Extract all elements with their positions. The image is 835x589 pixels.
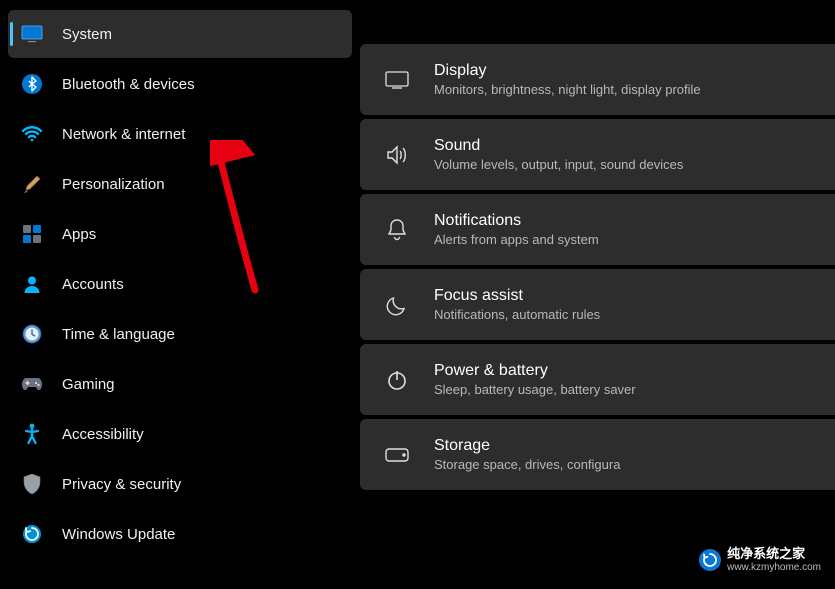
card-notifications[interactable]: Notifications Alerts from apps and syste… bbox=[360, 194, 835, 265]
card-title: Focus assist bbox=[434, 287, 600, 305]
monitor-icon bbox=[20, 22, 44, 46]
card-desc: Storage space, drives, configura bbox=[434, 457, 620, 472]
card-desc: Sleep, battery usage, battery saver bbox=[434, 382, 636, 397]
watermark-title: 纯净系统之家 bbox=[727, 547, 821, 562]
card-desc: Monitors, brightness, night light, displ… bbox=[434, 82, 701, 97]
card-storage[interactable]: Storage Storage space, drives, configura bbox=[360, 419, 835, 490]
storage-icon bbox=[384, 442, 410, 468]
card-title: Notifications bbox=[434, 212, 599, 230]
gamepad-icon bbox=[20, 372, 44, 396]
card-power[interactable]: Power & battery Sleep, battery usage, ba… bbox=[360, 344, 835, 415]
card-text: Sound Volume levels, output, input, soun… bbox=[434, 137, 683, 172]
sidebar-item-label: System bbox=[62, 26, 112, 43]
moon-icon bbox=[384, 292, 410, 318]
watermark-url: www.kzmyhome.com bbox=[727, 562, 821, 574]
shield-icon bbox=[20, 472, 44, 496]
sound-icon bbox=[384, 142, 410, 168]
clock-icon bbox=[20, 322, 44, 346]
card-title: Sound bbox=[434, 137, 683, 155]
sidebar-item-network[interactable]: Network & internet bbox=[8, 110, 352, 158]
card-sound[interactable]: Sound Volume levels, output, input, soun… bbox=[360, 119, 835, 190]
display-icon bbox=[384, 67, 410, 93]
sidebar-item-accessibility[interactable]: Accessibility bbox=[8, 410, 352, 458]
sidebar-item-label: Accounts bbox=[62, 276, 124, 293]
sidebar-item-label: Privacy & security bbox=[62, 476, 181, 493]
sidebar-item-label: Apps bbox=[62, 226, 96, 243]
bell-icon bbox=[384, 217, 410, 243]
card-display[interactable]: Display Monitors, brightness, night ligh… bbox=[360, 44, 835, 115]
sidebar-item-time[interactable]: Time & language bbox=[8, 310, 352, 358]
sidebar-item-label: Windows Update bbox=[62, 526, 175, 543]
sidebar-item-label: Gaming bbox=[62, 376, 115, 393]
sidebar: System Bluetooth & devices Network & int… bbox=[0, 0, 360, 589]
sidebar-item-apps[interactable]: Apps bbox=[8, 210, 352, 258]
card-text: Notifications Alerts from apps and syste… bbox=[434, 212, 599, 247]
brush-icon bbox=[20, 172, 44, 196]
card-title: Display bbox=[434, 62, 701, 80]
sidebar-item-accounts[interactable]: Accounts bbox=[8, 260, 352, 308]
sidebar-item-bluetooth[interactable]: Bluetooth & devices bbox=[8, 60, 352, 108]
main-content: Display Monitors, brightness, night ligh… bbox=[360, 0, 835, 589]
card-title: Power & battery bbox=[434, 362, 636, 380]
update-icon bbox=[20, 522, 44, 546]
apps-icon bbox=[20, 222, 44, 246]
card-text: Display Monitors, brightness, night ligh… bbox=[434, 62, 701, 97]
card-desc: Volume levels, output, input, sound devi… bbox=[434, 157, 683, 172]
card-title: Storage bbox=[434, 437, 620, 455]
watermark-text: 纯净系统之家 www.kzmyhome.com bbox=[727, 547, 821, 573]
card-desc: Alerts from apps and system bbox=[434, 232, 599, 247]
sidebar-item-label: Bluetooth & devices bbox=[62, 76, 195, 93]
card-focus[interactable]: Focus assist Notifications, automatic ru… bbox=[360, 269, 835, 340]
bluetooth-icon bbox=[20, 72, 44, 96]
sidebar-item-system[interactable]: System bbox=[8, 10, 352, 58]
card-text: Power & battery Sleep, battery usage, ba… bbox=[434, 362, 636, 397]
sidebar-item-privacy[interactable]: Privacy & security bbox=[8, 460, 352, 508]
sidebar-item-label: Time & language bbox=[62, 326, 175, 343]
wifi-icon bbox=[20, 122, 44, 146]
power-icon bbox=[384, 367, 410, 393]
sidebar-item-label: Personalization bbox=[62, 176, 165, 193]
sidebar-item-gaming[interactable]: Gaming bbox=[8, 360, 352, 408]
accessibility-icon bbox=[20, 422, 44, 446]
watermark: 纯净系统之家 www.kzmyhome.com bbox=[689, 543, 831, 577]
card-desc: Notifications, automatic rules bbox=[434, 307, 600, 322]
person-icon bbox=[20, 272, 44, 296]
card-text: Focus assist Notifications, automatic ru… bbox=[434, 287, 600, 322]
sidebar-item-update[interactable]: Windows Update bbox=[8, 510, 352, 558]
sidebar-item-label: Accessibility bbox=[62, 426, 144, 443]
card-text: Storage Storage space, drives, configura bbox=[434, 437, 620, 472]
watermark-logo-icon bbox=[699, 549, 721, 571]
sidebar-item-label: Network & internet bbox=[62, 126, 185, 143]
sidebar-item-personalization[interactable]: Personalization bbox=[8, 160, 352, 208]
